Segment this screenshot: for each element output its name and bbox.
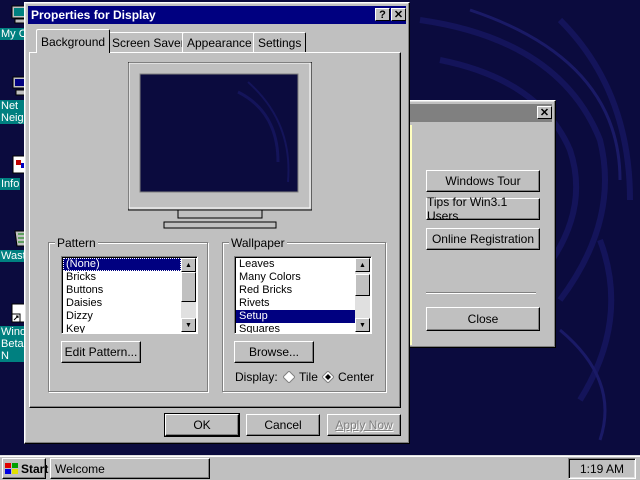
- help-icon: ?: [379, 8, 386, 21]
- list-item[interactable]: Dizzy: [63, 310, 181, 323]
- display-center-radio[interactable]: Center: [321, 370, 374, 384]
- wallpaper-scrollbar[interactable]: ▲ ▼: [355, 258, 370, 332]
- tab-screen-saver[interactable]: Screen Saver: [107, 32, 190, 52]
- arrow-down-icon: ▼: [359, 321, 366, 329]
- list-item[interactable]: Daisies: [63, 297, 181, 310]
- cancel-button[interactable]: Cancel: [246, 414, 320, 436]
- list-item[interactable]: Setup: [236, 310, 355, 323]
- scroll-thumb[interactable]: [181, 272, 196, 302]
- desktop-icon-label: Info: [0, 178, 21, 190]
- pattern-scrollbar[interactable]: ▲ ▼: [181, 258, 196, 332]
- tab-background[interactable]: Background: [36, 29, 111, 53]
- arrow-down-icon: ▼: [185, 321, 192, 329]
- taskbar-clock: 1:19 AM: [568, 458, 636, 479]
- edit-pattern-button[interactable]: Edit Pattern...: [61, 341, 141, 363]
- dialog-titlebar[interactable]: Properties for Display: [28, 6, 406, 24]
- wallpaper-group-label: Wallpaper: [229, 236, 287, 250]
- list-item[interactable]: Rivets: [236, 297, 355, 310]
- list-item[interactable]: Buttons: [63, 284, 181, 297]
- list-item[interactable]: Many Colors: [236, 271, 355, 284]
- monitor-preview: [127, 61, 313, 232]
- dialog-title: Properties for Display: [31, 8, 156, 22]
- radio-checked-icon: [321, 370, 335, 384]
- online-registration-button[interactable]: Online Registration: [426, 228, 540, 250]
- list-item[interactable]: (None): [63, 258, 181, 271]
- scroll-down-button[interactable]: ▼: [181, 318, 196, 332]
- tips-win31-button[interactable]: Tips for Win3.1 Users: [426, 195, 540, 223]
- list-item[interactable]: Red Bricks: [236, 284, 355, 297]
- display-label: Display:: [235, 370, 278, 384]
- tab-appearance[interactable]: Appearance: [182, 32, 257, 52]
- close-icon: ✕: [539, 106, 550, 119]
- radio-unchecked-icon: [282, 370, 296, 384]
- welcome-window: ✕ Windows Tour Tips for Win3.1 Users Onl…: [390, 100, 556, 348]
- windows-logo-icon: [5, 462, 19, 475]
- display-tile-radio[interactable]: Tile: [282, 370, 318, 384]
- tab-settings[interactable]: Settings: [253, 32, 307, 52]
- ok-button[interactable]: OK: [164, 413, 240, 437]
- welcome-close-action-button[interactable]: Close: [426, 307, 540, 331]
- taskbar: Start Welcome 1:19 AM: [0, 455, 640, 480]
- help-button[interactable]: ?: [375, 8, 390, 21]
- separator: [426, 292, 536, 294]
- apply-now-button[interactable]: Apply Now: [327, 414, 401, 436]
- scroll-down-button[interactable]: ▼: [355, 318, 370, 332]
- start-button[interactable]: Start: [2, 458, 48, 479]
- taskbar-welcome-button[interactable]: Welcome: [50, 458, 210, 479]
- arrow-up-icon: ▲: [359, 261, 366, 269]
- list-item[interactable]: Bricks: [63, 271, 181, 284]
- list-item[interactable]: Leaves: [236, 258, 355, 271]
- wallpaper-list[interactable]: Leaves Many Colors Red Bricks Rivets Set…: [234, 256, 372, 334]
- close-icon: ✕: [393, 8, 404, 21]
- scroll-up-button[interactable]: ▲: [181, 258, 196, 272]
- list-item[interactable]: Key: [63, 323, 181, 333]
- browse-button[interactable]: Browse...: [234, 341, 314, 363]
- scroll-up-button[interactable]: ▲: [355, 258, 370, 272]
- pattern-list[interactable]: (None) Bricks Buttons Daisies Dizzy Key …: [61, 256, 198, 334]
- scroll-thumb[interactable]: [355, 274, 370, 296]
- windows-tour-button[interactable]: Windows Tour: [426, 170, 540, 192]
- welcome-close-button[interactable]: ✕: [537, 106, 552, 119]
- arrow-up-icon: ▲: [185, 261, 192, 269]
- pattern-group-label: Pattern: [55, 236, 98, 250]
- list-item[interactable]: Squares: [236, 323, 355, 333]
- welcome-titlebar: [394, 104, 552, 122]
- dialog-close-button[interactable]: ✕: [391, 8, 406, 21]
